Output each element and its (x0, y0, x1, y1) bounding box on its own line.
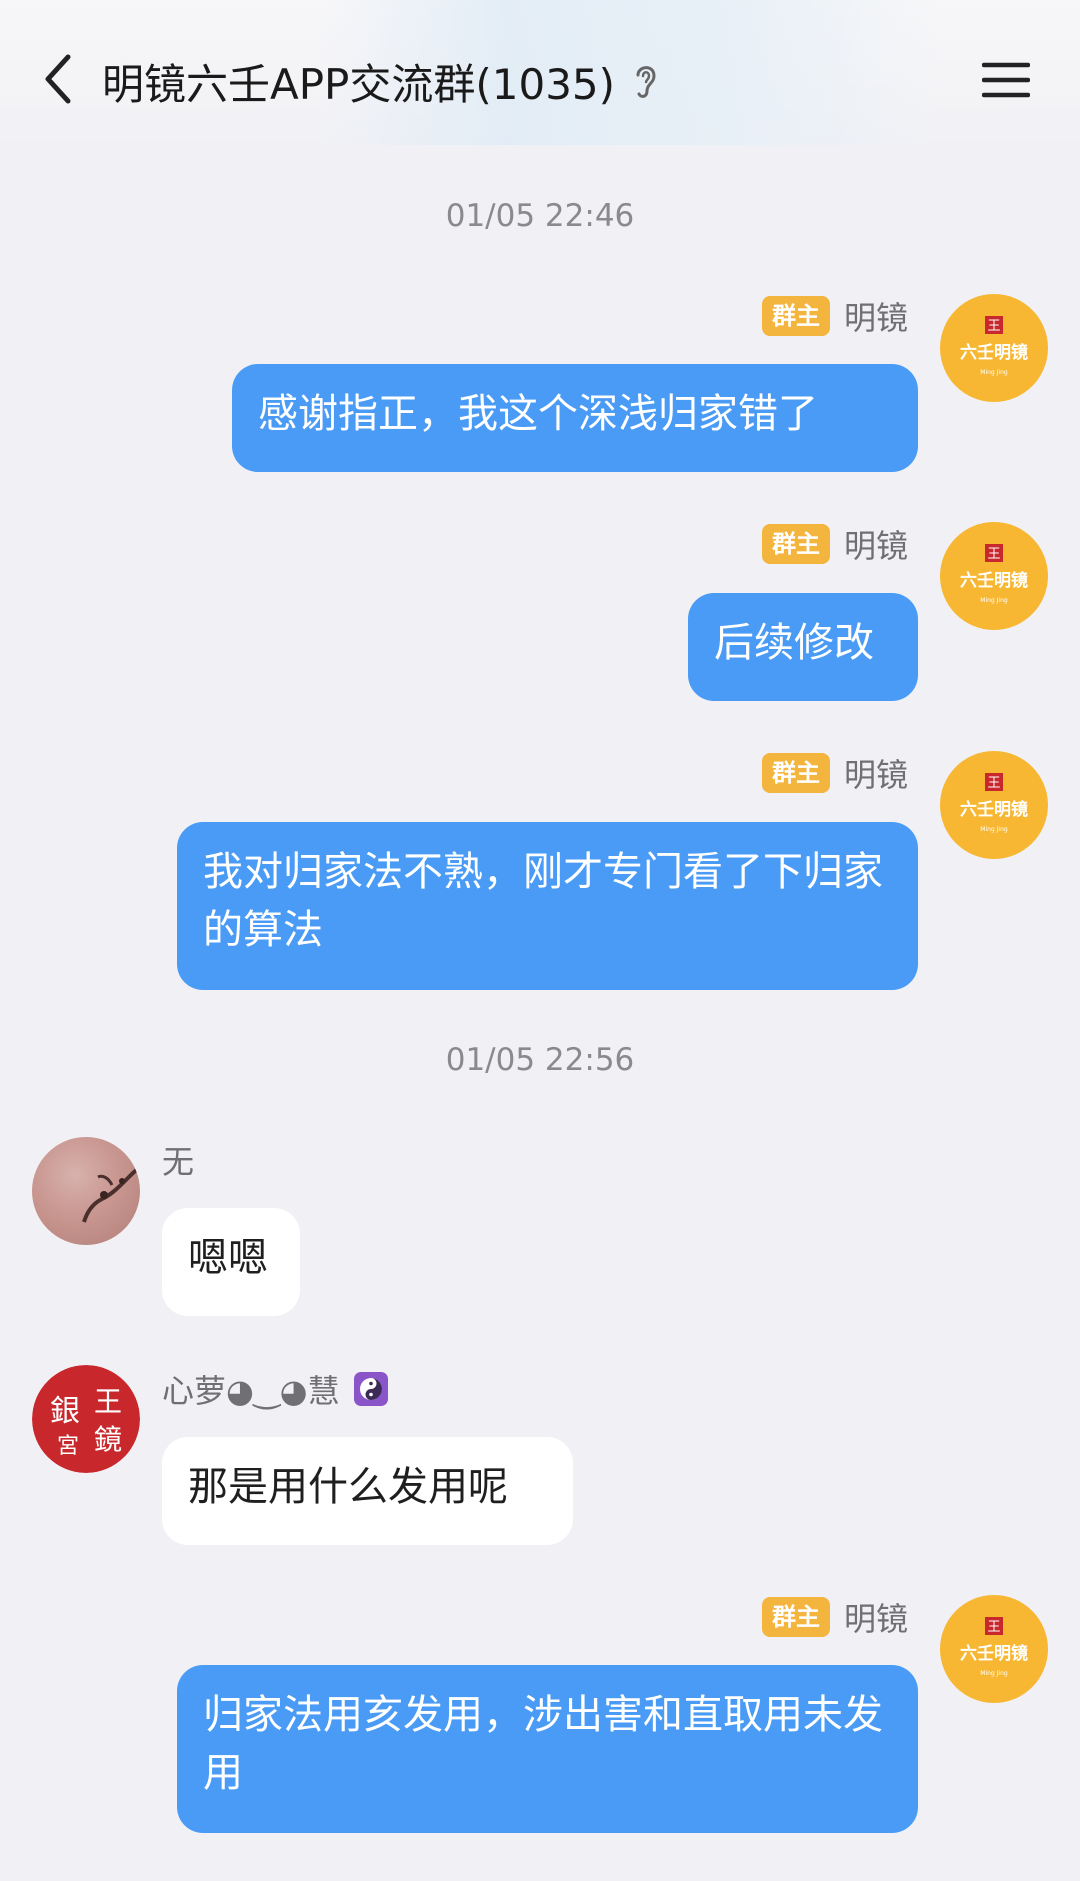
ear-icon[interactable] (633, 61, 659, 101)
sender-name[interactable]: 明镜 (844, 1594, 908, 1640)
avatar-mingjing[interactable]: 王 六壬明镜 Ming Jing (940, 751, 1048, 859)
sender-name[interactable]: 心萝◕‿◕慧 (162, 1366, 340, 1412)
back-button[interactable] (30, 44, 86, 114)
sender-name[interactable]: 无 (162, 1137, 194, 1183)
svg-text:王: 王 (987, 547, 1000, 562)
message-bubble-outgoing[interactable]: 后续修改 (688, 593, 918, 701)
mingjing-logo-icon: 王 六壬明镜 Ming Jing (960, 773, 1028, 833)
svg-text:王: 王 (94, 1385, 122, 1418)
sender-line: 无 (162, 1136, 194, 1184)
svg-text:宮: 宮 (57, 1434, 79, 1459)
owner-badge: 群主 (761, 753, 830, 793)
menu-button[interactable] (978, 52, 1034, 108)
svg-text:王: 王 (987, 1620, 1000, 1635)
owner-badge: 群主 (761, 1597, 830, 1637)
svg-text:Ming Jing: Ming Jing (980, 369, 1008, 376)
svg-text:王: 王 (987, 319, 1000, 334)
chat-header: 明镜六壬APP交流群(1035) (0, 0, 1080, 150)
avatar-xinluo[interactable]: 王 鏡 銀 宮 (32, 1365, 140, 1473)
message-bubble-incoming[interactable]: 那是用什么发用呢 (162, 1437, 573, 1545)
timestamp: 01/05 22:46 (445, 198, 635, 234)
hamburger-menu-icon (982, 62, 1030, 98)
avatar-mingjing[interactable]: 王 六壬明镜 Ming Jing (940, 1595, 1048, 1703)
svg-text:六壬明镜: 六壬明镜 (960, 799, 1028, 820)
red-seal-icon: 王 鏡 銀 宮 (32, 1365, 140, 1473)
message-bubble-outgoing[interactable]: 归家法用亥发用，涉出害和直取用未发用 (177, 1665, 918, 1833)
owner-badge: 群主 (761, 296, 830, 336)
chevron-left-icon (45, 54, 71, 104)
mingjing-logo-icon: 王 六壬明镜 Ming Jing (960, 544, 1028, 604)
mingjing-logo-icon: 王 六壬明镜 Ming Jing (960, 1617, 1028, 1677)
mingjing-logo-icon: 王 六壬明镜 Ming Jing (960, 316, 1028, 376)
svg-text:Ming Jing: Ming Jing (980, 1670, 1008, 1677)
avatar-wu[interactable] (32, 1137, 140, 1245)
message-bubble-outgoing[interactable]: 感谢指正，我这个深浅归家错了 (232, 364, 918, 472)
message-bubble-incoming[interactable]: 嗯嗯 (162, 1208, 300, 1316)
svg-text:六壬明镜: 六壬明镜 (960, 1643, 1028, 1664)
svg-text:銀: 銀 (50, 1394, 80, 1429)
sender-name[interactable]: 明镜 (844, 521, 908, 567)
sender-name[interactable]: 明镜 (844, 750, 908, 796)
svg-text:Ming Jing: Ming Jing (980, 597, 1008, 604)
sender-line: 心萝◕‿◕慧 (162, 1365, 388, 1413)
avatar-mingjing[interactable]: 王 六壬明镜 Ming Jing (940, 522, 1048, 630)
yin-yang-icon (353, 1372, 388, 1406)
svg-text:六壬明镜: 六壬明镜 (960, 342, 1028, 363)
sender-line: 群主 明镜 (761, 292, 908, 340)
svg-text:Ming Jing: Ming Jing (980, 826, 1008, 833)
sender-line: 群主 明镜 (761, 520, 908, 568)
branch-photo-icon (82, 1165, 140, 1223)
message-bubble-outgoing[interactable]: 我对归家法不熟，刚才专门看了下归家的算法 (177, 822, 918, 990)
svg-text:六壬明镜: 六壬明镜 (960, 570, 1028, 591)
svg-text:鏡: 鏡 (94, 1423, 122, 1456)
sender-name[interactable]: 明镜 (844, 293, 908, 339)
chat-title-row[interactable]: 明镜六壬APP交流群(1035) (102, 46, 659, 116)
timestamp: 01/05 22:56 (445, 1042, 635, 1078)
sender-line: 群主 明镜 (761, 749, 908, 797)
chat-title: 明镜六壬APP交流群(1035) (102, 59, 616, 109)
avatar-mingjing[interactable]: 王 六壬明镜 Ming Jing (940, 294, 1048, 402)
sender-line: 群主 明镜 (761, 1593, 908, 1641)
owner-badge: 群主 (761, 524, 830, 564)
svg-text:王: 王 (987, 776, 1000, 791)
